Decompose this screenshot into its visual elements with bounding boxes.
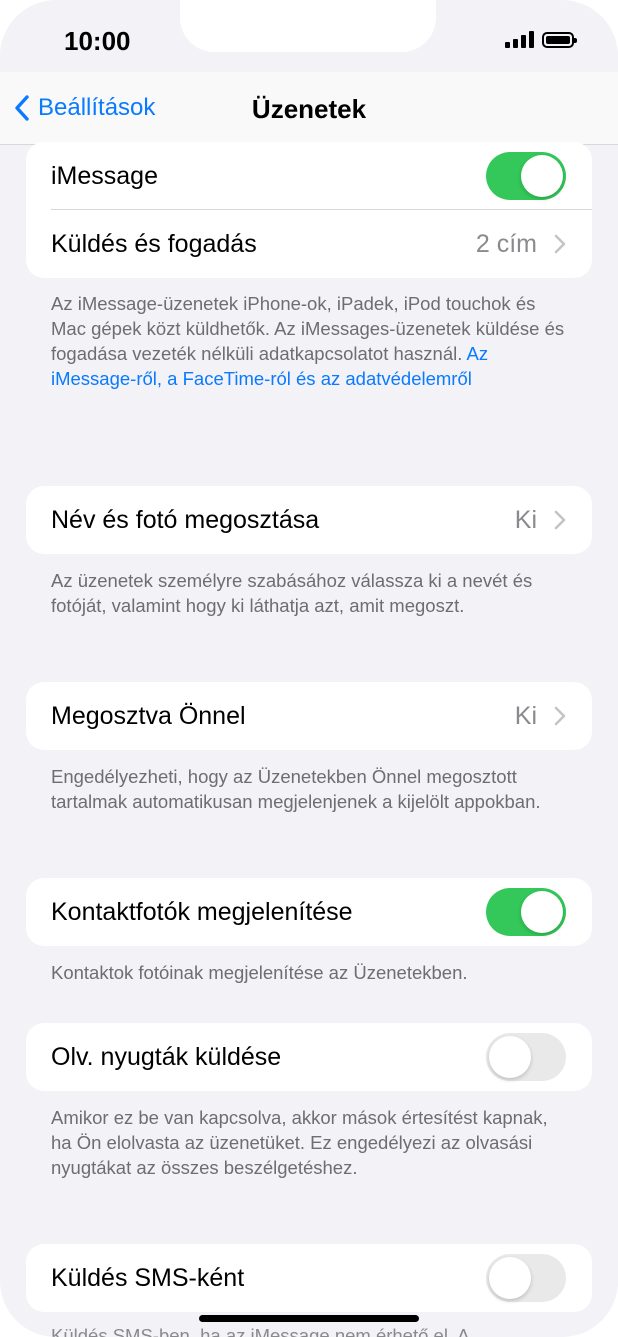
home-indicator[interactable] [199,1315,419,1322]
status-time: 10:00 [64,26,131,56]
battery-icon [542,32,577,48]
name-photo-row[interactable]: Név és fotó megosztása Ki [26,486,592,554]
status-icons [505,30,577,48]
notch [180,0,436,52]
navigation-bar: Beállítások Üzenetek [0,72,618,145]
chevron-right-icon [554,510,566,530]
read-receipts-row: Olv. nyugták küldése [26,1023,592,1091]
read-receipts-toggle[interactable] [486,1033,566,1081]
shared-label: Megosztva Önnel [51,701,246,730]
sms-row: Küldés SMS-ként [26,1244,592,1312]
name-photo-value: Ki [514,505,537,534]
imessage-toggle[interactable] [486,152,566,200]
chevron-right-icon [554,234,566,254]
imessage-group: iMessage Küldés és fogadás 2 cím [26,142,592,278]
read-receipts-group: Olv. nyugták küldése [26,1023,592,1091]
contact-photos-toggle[interactable] [486,888,566,936]
chevron-right-icon [554,706,566,726]
imessage-footer: Az iMessage-üzenetek iPhone-ok, iPadek, … [51,291,571,391]
send-receive-value: 2 cím [475,229,537,258]
sms-group: Küldés SMS-ként [26,1244,592,1312]
shared-value: Ki [514,701,537,730]
send-receive-label: Küldés és fogadás [51,229,257,258]
imessage-row: iMessage [26,142,592,210]
contact-photos-label: Kontaktfotók megjelenítése [51,897,353,926]
shared-footer: Engedélyezheti, hogy az Üzenetekben Önne… [51,766,541,812]
cellular-signal-icon [505,30,534,48]
read-receipts-footer: Amikor ez be van kapcsolva, akkor mások … [51,1107,548,1178]
sms-toggle[interactable] [486,1254,566,1302]
name-photo-label: Név és fotó megosztása [51,505,320,534]
phone-screen: 10:00 Beállítások Üzenetek iMessage Küld… [0,0,618,1337]
sms-label: Küldés SMS-ként [51,1263,245,1292]
sms-footer: Küldés SMS-ben, ha az iMessage nem érhet… [51,1325,470,1337]
shared-group: Megosztva Önnel Ki [26,682,592,750]
imessage-label: iMessage [51,161,158,190]
read-receipts-label: Olv. nyugták küldése [51,1042,282,1071]
contact-photos-group: Kontaktfotók megjelenítése [26,878,592,946]
send-receive-row[interactable]: Küldés és fogadás 2 cím [26,210,592,278]
page-title: Üzenetek [251,94,367,124]
shared-row[interactable]: Megosztva Önnel Ki [26,682,592,750]
name-photo-footer: Az üzenetek személyre szabásához válassz… [51,570,533,616]
contact-photos-footer: Kontaktok fotóinak megjelenítése az Üzen… [51,962,468,983]
name-photo-group: Név és fotó megosztása Ki [26,486,592,554]
contact-photos-row: Kontaktfotók megjelenítése [26,878,592,946]
